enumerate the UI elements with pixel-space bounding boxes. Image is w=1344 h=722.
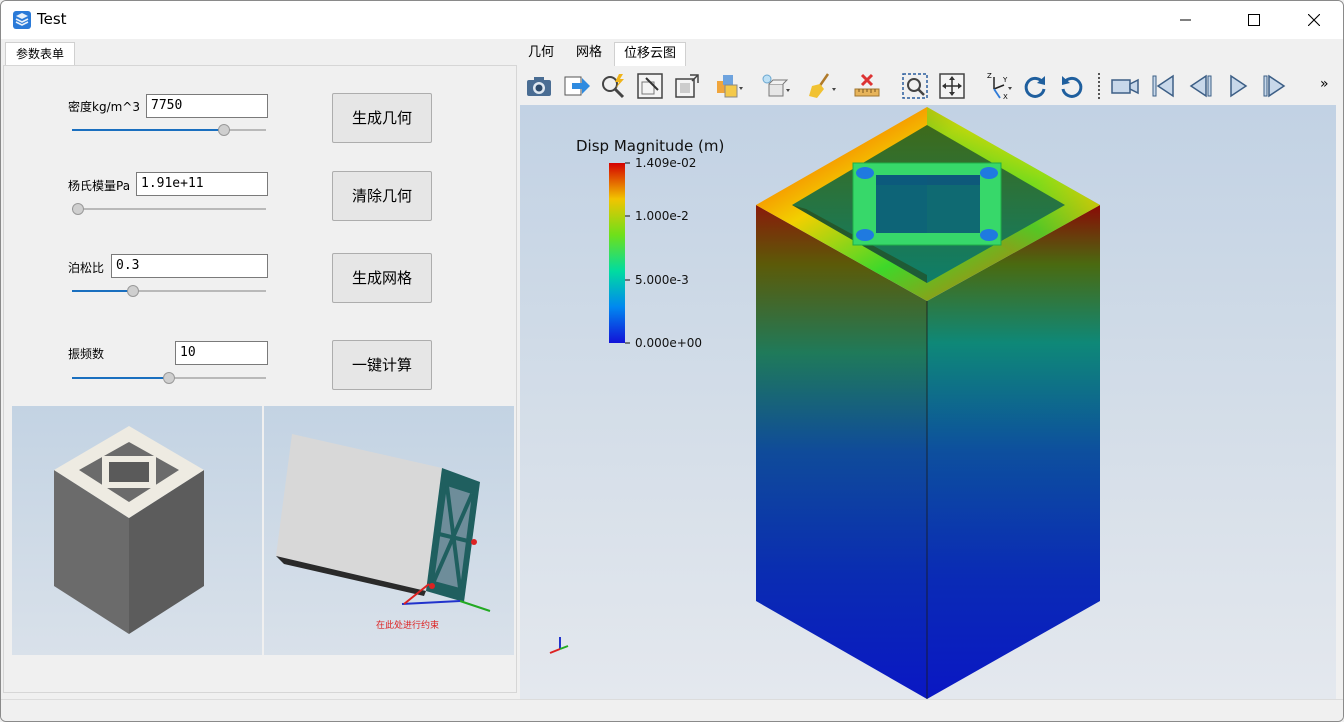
generate-geometry-button[interactable]: 生成几何 — [332, 93, 432, 143]
toolbar-overflow-button[interactable]: » — [1320, 76, 1329, 92]
tab-displacement[interactable]: 位移云图 — [614, 42, 686, 66]
youngs-modulus-label: 杨氏模量Pa — [68, 179, 131, 193]
youngs-modulus-field[interactable]: 1.91e+11 — [136, 172, 268, 196]
tab-mesh[interactable]: 网格 — [564, 42, 614, 66]
first-frame-button[interactable] — [1148, 71, 1178, 101]
geometry-preview-render — [54, 426, 204, 634]
pan-icon — [939, 73, 965, 99]
minimize-button[interactable] — [1163, 1, 1209, 39]
one-click-compute-button[interactable]: 一键计算 — [332, 340, 432, 390]
legend-title: Disp Magnitude (m) — [576, 137, 725, 155]
camera-button[interactable] — [1110, 71, 1140, 101]
poisson-ratio-field[interactable]: 0.3 — [111, 254, 268, 278]
poisson-ratio-slider[interactable] — [72, 285, 266, 297]
tab-geometry[interactable]: 几何 — [518, 42, 564, 66]
minimize-icon — [1180, 19, 1191, 21]
ruler-button[interactable] — [852, 71, 882, 101]
viewer-toolbar: Z Y X » — [520, 67, 1338, 105]
close-icon — [1308, 14, 1320, 26]
clear-button[interactable] — [806, 71, 836, 101]
slider-fill — [72, 290, 133, 292]
pan-button[interactable] — [937, 71, 967, 101]
zoom-to-selection-icon — [602, 74, 625, 99]
slider-handle[interactable] — [163, 372, 175, 384]
displacement-render — [549, 107, 1100, 699]
toolbar-separator — [1098, 73, 1100, 99]
export-button[interactable] — [562, 71, 592, 101]
previous-frame-button[interactable] — [1186, 71, 1216, 101]
axes-orientation-icon: Z Y X — [987, 72, 1012, 101]
rotate-ccw-button[interactable] — [1057, 71, 1087, 101]
play-icon — [1230, 74, 1248, 98]
title-bar: Test — [1, 1, 1343, 39]
slider-handle[interactable] — [127, 285, 139, 297]
legend-mid-high-label: 1.000e-2 — [635, 209, 689, 223]
fit-icon — [675, 74, 699, 98]
render-viewport[interactable]: Disp Magnitude (m) 1.409e-02 1.000e-2 5.… — [520, 105, 1336, 699]
window-title: Test — [37, 10, 67, 28]
lighting-icon — [762, 74, 790, 97]
slider-handle[interactable] — [72, 203, 84, 215]
svg-text:X: X — [1003, 93, 1008, 101]
screenshot-icon — [527, 77, 551, 96]
rubber-band-zoom-icon — [902, 73, 928, 99]
maximize-icon — [1248, 14, 1260, 26]
prev-frame-icon — [1189, 74, 1212, 98]
frequency-count-slider[interactable] — [72, 372, 266, 384]
main-window: Test 参数表单 密度kg/m^3 7750 杨氏模量Pa 1.91e+11 — [0, 0, 1344, 722]
poisson-ratio-label: 泊松比 — [68, 261, 105, 275]
status-bar — [1, 699, 1343, 721]
camera-icon — [1111, 78, 1139, 95]
first-frame-icon — [1152, 74, 1174, 98]
fit-view-button[interactable] — [672, 71, 702, 101]
tab-param-form[interactable]: 参数表单 — [5, 42, 75, 66]
legend-max-label: 1.409e-02 — [635, 156, 697, 170]
slider-fill — [72, 377, 169, 379]
youngs-modulus-slider[interactable] — [72, 203, 266, 215]
constraint-caption: 在此处进行约束 — [376, 621, 440, 631]
axes-triad — [549, 637, 569, 654]
close-button[interactable] — [1291, 1, 1337, 39]
maximize-button[interactable] — [1231, 1, 1277, 39]
legend-mid-low-label: 5.000e-3 — [635, 273, 689, 287]
colorbar — [609, 163, 625, 343]
param-panel: 密度kg/m^3 7750 杨氏模量Pa 1.91e+11 泊松比 0.3 振频… — [3, 65, 517, 693]
reset-camera-button[interactable] — [635, 71, 665, 101]
legend-min-label: 0.000e+00 — [635, 336, 703, 350]
density-field[interactable]: 7750 — [146, 94, 268, 118]
reset-camera-icon — [637, 73, 663, 99]
density-label: 密度kg/m^3 — [68, 100, 140, 114]
axes-orientation-button[interactable]: Z Y X — [982, 71, 1012, 101]
clear-geometry-button[interactable]: 清除几何 — [332, 171, 432, 221]
rotate-cw-button[interactable] — [1020, 71, 1050, 101]
color-map-button[interactable] — [714, 71, 744, 101]
slider-fill — [72, 129, 224, 131]
mesh-preview[interactable]: 在此处进行约束 — [264, 406, 514, 655]
geometry-preview[interactable] — [12, 406, 262, 655]
generate-mesh-button[interactable]: 生成网格 — [332, 253, 432, 303]
rotate-cw-icon — [1024, 76, 1046, 98]
density-slider[interactable] — [72, 124, 266, 136]
next-frame-button[interactable] — [1259, 71, 1289, 101]
clear-icon — [809, 73, 836, 98]
play-button[interactable] — [1223, 71, 1253, 101]
slider-track — [72, 208, 266, 210]
export-icon — [564, 76, 590, 96]
next-frame-icon — [1263, 74, 1286, 98]
slider-handle[interactable] — [218, 124, 230, 136]
rotate-ccw-icon — [1061, 76, 1083, 98]
svg-text:Y: Y — [1002, 76, 1008, 84]
frequency-count-field[interactable]: 10 — [175, 341, 268, 365]
color-icon — [717, 75, 743, 98]
svg-text:Z: Z — [987, 72, 992, 80]
app-icon — [13, 11, 31, 29]
rubber-band-zoom-button[interactable] — [900, 71, 930, 101]
screenshot-button[interactable] — [524, 71, 554, 101]
zoom-to-data-button[interactable] — [598, 71, 628, 101]
ruler-icon — [854, 73, 880, 97]
lighting-button[interactable] — [760, 71, 790, 101]
frequency-count-label: 振频数 — [68, 347, 105, 361]
